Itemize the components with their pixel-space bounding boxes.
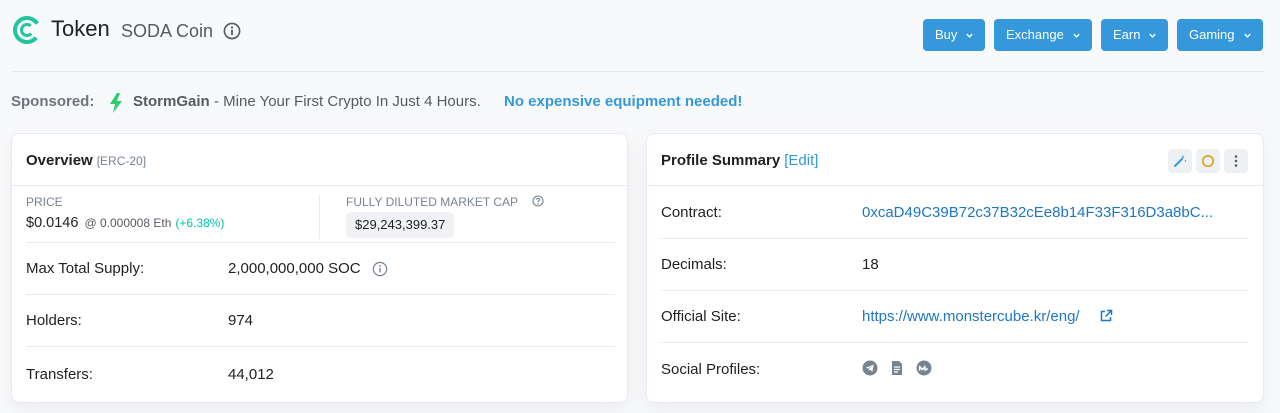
external-link-icon[interactable] — [1099, 309, 1113, 323]
overview-title-text: Overview — [26, 152, 93, 169]
edit-link[interactable]: [Edit] — [784, 152, 818, 169]
holders-label: Holders: — [26, 312, 82, 329]
telegram-icon[interactable] — [862, 360, 878, 376]
chevron-down-icon — [1073, 33, 1080, 38]
magic-wand-button[interactable] — [1168, 149, 1192, 173]
row-divider — [26, 294, 615, 295]
exchange-button[interactable]: Exchange — [994, 19, 1092, 51]
social-profiles-label: Social Profiles: — [661, 361, 761, 378]
price-value: $0.0146 @ 0.000008 Eth (+6.38%) — [26, 215, 224, 231]
coin-button[interactable] — [1196, 149, 1220, 173]
chevron-down-icon — [1244, 33, 1251, 38]
row-divider — [661, 342, 1249, 343]
decimals-label: Decimals: — [661, 256, 727, 273]
token-name: SODA Coin — [121, 21, 214, 41]
official-site-link[interactable]: https://www.monstercube.kr/eng/ — [862, 308, 1080, 325]
max-supply-value: 2,000,000,000 SOC — [228, 260, 361, 277]
decimals-value: 18 — [862, 256, 879, 273]
official-site-label: Official Site: — [661, 308, 741, 325]
overview-card-header: Overview [ERC-20] — [12, 134, 627, 186]
transfers-label: Transfers: — [26, 366, 93, 383]
profile-title: Profile Summary [Edit] — [661, 152, 818, 169]
max-supply-label: Max Total Supply: — [26, 260, 145, 277]
overview-title: Overview [ERC-20] — [26, 152, 146, 169]
more-vertical-icon — [1234, 155, 1238, 167]
price-usd: $0.0146 — [26, 215, 79, 231]
gaming-button[interactable]: Gaming — [1177, 19, 1263, 51]
token-standard-tag: [ERC-20] — [96, 154, 147, 168]
gaming-button-label: Gaming — [1189, 27, 1235, 42]
soda-coin-logo-icon — [13, 16, 41, 44]
sponsor-name[interactable]: StormGain — [133, 93, 210, 110]
row-divider — [661, 238, 1249, 239]
overview-card: Overview [ERC-20] PRICE $0.0146 @ 0.00000… — [11, 133, 628, 403]
contract-address-link[interactable]: 0xcaD49C39B72c37B32cEe8b14F33F316D3a8bC.… — [862, 204, 1213, 221]
header-divider — [11, 71, 1264, 72]
sponsor-link[interactable]: No expensive equipment needed! — [504, 93, 742, 110]
coin-icon — [1202, 155, 1214, 167]
market-cap-label: FULLY DILUTED MARKET CAP — [346, 195, 519, 209]
chevron-down-icon — [1149, 33, 1156, 38]
row-divider — [26, 242, 615, 243]
sponsor-text: - Mine Your First Crypto In Just 4 Hours… — [214, 93, 481, 110]
more-options-button[interactable] — [1224, 149, 1248, 173]
price-label: PRICE — [26, 195, 63, 209]
question-circle-icon[interactable] — [532, 195, 544, 207]
sponsored-label: Sponsored: — [11, 93, 95, 110]
buy-button[interactable]: Buy — [923, 19, 985, 51]
exchange-button-label: Exchange — [1006, 27, 1064, 42]
earn-button[interactable]: Earn — [1101, 19, 1168, 51]
transfers-value: 44,012 — [228, 366, 274, 383]
chevron-down-icon — [966, 33, 973, 38]
page-header: Token SODA Coin Buy Exchange Earn Gaming — [0, 0, 1280, 70]
page-title: Token — [51, 16, 110, 41]
market-cap-value: $29,243,399.37 — [346, 212, 455, 238]
contract-label: Contract: — [661, 204, 722, 221]
row-divider — [661, 290, 1249, 291]
magic-wand-icon — [1174, 155, 1187, 167]
info-icon[interactable] — [372, 261, 388, 277]
profile-title-text: Profile Summary — [661, 152, 781, 169]
overview-vertical-divider — [319, 194, 320, 239]
earn-button-label: Earn — [1113, 27, 1141, 42]
buy-button-label: Buy — [935, 27, 958, 42]
row-divider — [26, 346, 615, 347]
document-icon[interactable] — [889, 360, 905, 376]
price-eth: @ 0.000008 Eth — [84, 216, 172, 230]
info-icon[interactable] — [223, 22, 241, 40]
holders-value: 974 — [228, 312, 254, 329]
profile-summary-card: Profile Summary [Edit] Contract: 0xcaD49C… — [646, 133, 1264, 403]
stormgain-lightning-icon — [110, 93, 122, 113]
profile-card-header: Profile Summary [Edit] — [647, 134, 1263, 186]
price-change: (+6.38%) — [175, 216, 225, 230]
coinmarketcap-icon[interactable] — [916, 360, 932, 376]
